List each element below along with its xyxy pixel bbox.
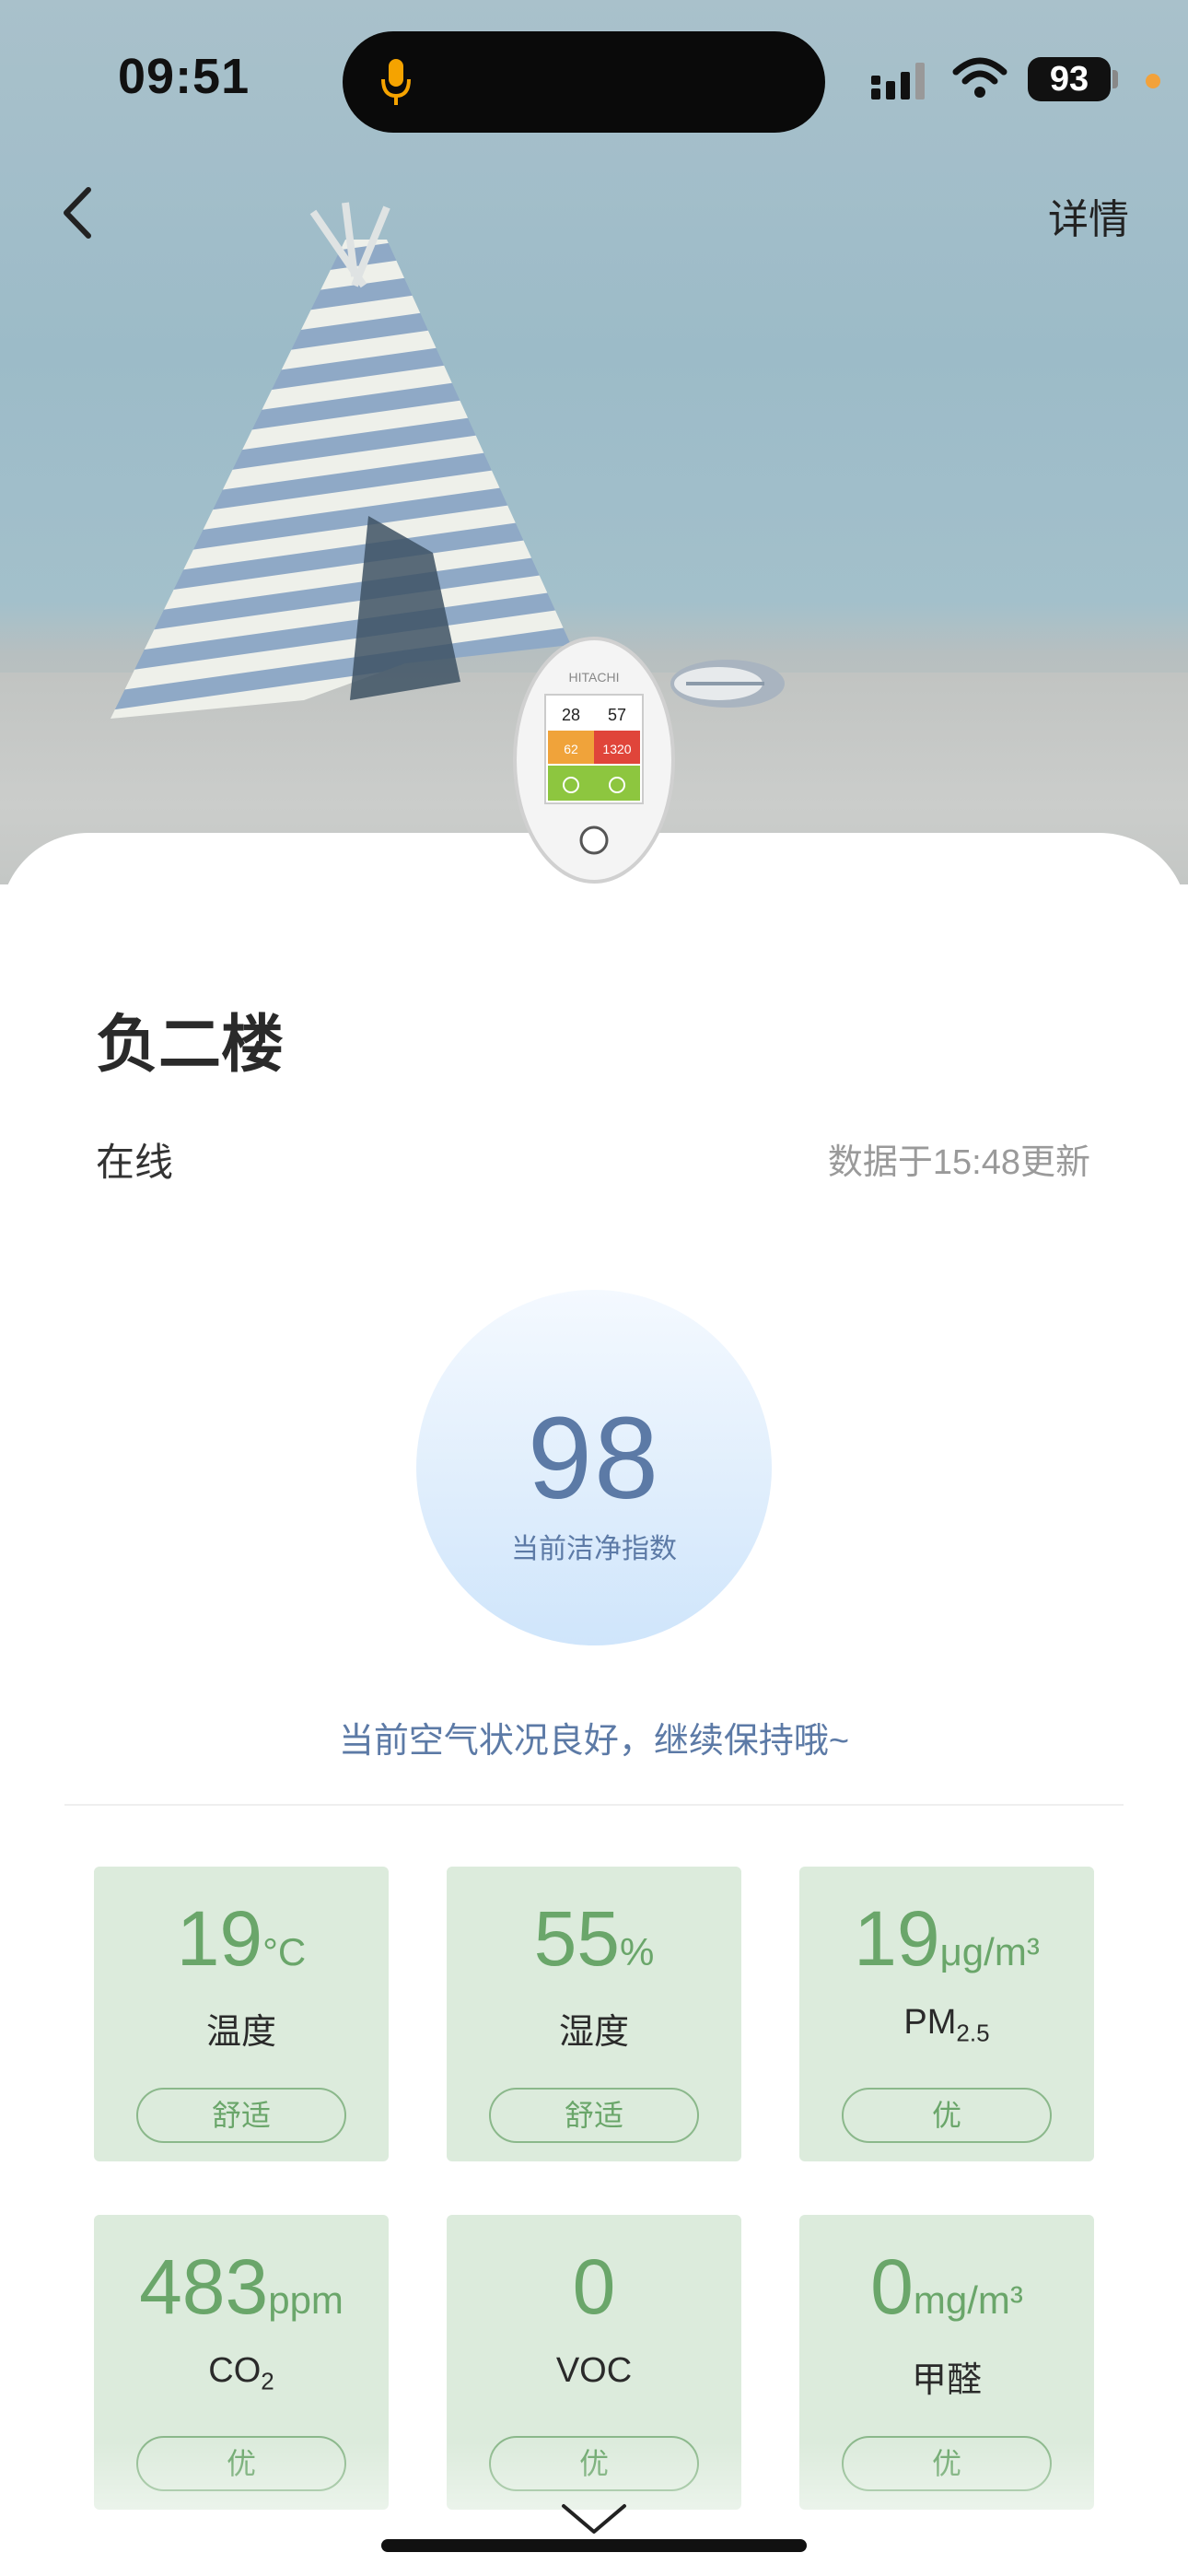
metric-value: 19μg/m³	[854, 1895, 1040, 1982]
device-screen-co2: 1320	[602, 742, 631, 756]
metric-name: 湿度	[558, 2013, 629, 2052]
home-indicator	[381, 2539, 807, 2552]
metric-unit: ppm	[268, 2278, 344, 2322]
status-bar-time: 09:51	[118, 49, 250, 104]
metric-value: 0	[572, 2243, 616, 2330]
metric-name: VOC	[555, 2351, 633, 2390]
online-status: 在线	[96, 1141, 174, 1184]
metric-name: 甲醛	[911, 2361, 982, 2400]
back-button[interactable]	[55, 181, 101, 245]
metric-name: PM2.5	[903, 2003, 990, 2047]
room-name: 负二楼	[96, 1010, 285, 1080]
privacy-indicator-dot	[1146, 74, 1160, 88]
device-screen-pm: 62	[564, 742, 578, 756]
chevron-left-icon	[64, 187, 91, 239]
metric-status-pill[interactable]: 舒适	[489, 2088, 699, 2143]
chevron-down-icon[interactable]	[558, 2499, 630, 2539]
metric-unit: %	[620, 1930, 655, 1973]
device-brand: HITACHI	[569, 670, 620, 685]
detail-link[interactable]: 详情	[1048, 186, 1129, 245]
battery-icon: 93	[1028, 57, 1111, 101]
metric-tile-pm25[interactable]: 19μg/m³ PM2.5 优	[799, 1867, 1094, 2161]
battery-tip	[1112, 70, 1118, 88]
metric-tile-humidity[interactable]: 55% 湿度 舒适	[447, 1867, 741, 2161]
metric-status-pill[interactable]: 优	[842, 2088, 1052, 2143]
dynamic-island	[343, 31, 825, 133]
metric-value: 19°C	[176, 1895, 307, 1982]
metric-unit: mg/m³	[913, 2278, 1023, 2322]
update-time: 数据于15:48更新	[827, 1143, 1090, 1182]
wifi-icon	[952, 57, 1007, 98]
clean-index-circle: 98 当前洁净指数	[416, 1290, 772, 1645]
metric-value: 55%	[533, 1895, 655, 1982]
metric-value: 0mg/m³	[870, 2243, 1023, 2330]
device-screen-temp: 28	[562, 706, 580, 724]
device-screen-humidity: 57	[608, 706, 626, 724]
metric-unit: μg/m³	[939, 1930, 1040, 1973]
divider	[64, 1804, 1124, 1806]
mic-icon	[381, 59, 411, 105]
metric-unit: °C	[262, 1930, 307, 1973]
clean-index-label: 当前洁净指数	[511, 1534, 677, 1564]
cellular-signal-icon	[871, 63, 925, 100]
metric-value: 483ppm	[139, 2243, 344, 2330]
metric-status-pill[interactable]: 舒适	[136, 2088, 346, 2143]
air-status-message: 当前空气状况良好，继续保持哦~	[338, 1722, 850, 1761]
metric-name: CO2	[208, 2351, 274, 2395]
clean-index-value: 98	[527, 1393, 661, 1523]
metric-tile-temperature[interactable]: 19°C 温度 舒适	[94, 1867, 389, 2161]
metric-name: 温度	[205, 2013, 276, 2052]
air-monitor-device-image: HITACHI 28 57 62 1320	[513, 637, 675, 884]
